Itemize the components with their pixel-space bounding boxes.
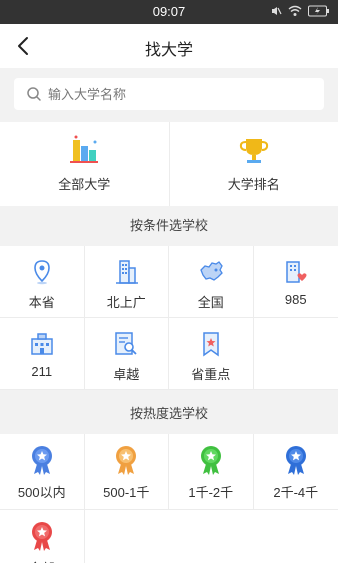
condition-nationwide[interactable]: 全国 <box>169 246 254 318</box>
popularity-under-500[interactable]: 500以内 <box>0 434 85 510</box>
condition-211[interactable]: 211 <box>0 318 85 390</box>
category-all-universities[interactable]: 全部大学 <box>0 122 170 206</box>
condition-label: 985 <box>284 292 307 307</box>
mute-icon <box>272 7 282 15</box>
category-label: 全部大学 <box>58 177 111 192</box>
trophy-icon <box>239 139 268 163</box>
popularity-label: 2千-4千 <box>273 485 319 500</box>
battery-icon <box>308 5 329 17</box>
condition-local-province[interactable]: 本省 <box>0 246 85 318</box>
popularity-label: 500-1千 <box>103 485 150 500</box>
condition-label: 省重点 <box>191 367 231 382</box>
condition-provincial-key[interactable]: 省重点 <box>169 318 254 390</box>
condition-label: 北上广 <box>106 295 146 310</box>
condition-label: 211 <box>31 364 53 379</box>
search-box[interactable] <box>14 78 324 110</box>
popularity-label: 全部 <box>29 558 55 563</box>
wifi-icon <box>288 5 302 16</box>
popularity-500-1k[interactable]: 500-1千 <box>84 434 169 510</box>
bookmark-star-icon <box>203 332 219 357</box>
medal-blue-icon <box>31 446 52 475</box>
condition-excellence[interactable]: 卓越 <box>84 318 169 390</box>
condition-label: 卓越 <box>113 367 140 382</box>
category-label: 大学排名 <box>227 177 280 192</box>
condition-label: 本省 <box>28 295 55 310</box>
page-title: 找大学 <box>144 42 193 59</box>
popularity-grid: 500以内 500-1千 1千-2千 2千-4千 全部 <box>0 434 338 563</box>
medal-darkblue-icon <box>285 446 306 475</box>
city-buildings-icon <box>116 260 139 284</box>
popularity-2k-4k[interactable]: 2千-4千 <box>253 434 338 510</box>
top-categories: 全部大学 大学排名 <box>0 122 338 206</box>
magnifier-document-icon <box>115 332 137 355</box>
search-area <box>0 68 338 122</box>
china-map-icon <box>199 261 223 281</box>
search-icon <box>27 87 41 101</box>
condition-985[interactable]: 985 <box>253 246 338 318</box>
section-title-condition: 按条件选学校 <box>0 206 338 246</box>
popularity-label: 1千-2千 <box>188 485 234 500</box>
status-bar: 09:07 <box>0 0 338 24</box>
condition-grid: 本省 北上广 全国 985 211 卓越 省重点 <box>0 246 338 390</box>
popularity-1k-2k[interactable]: 1千-2千 <box>169 434 254 510</box>
section-title-popularity: 按热度选学校 <box>0 394 338 434</box>
nav-bar: 找大学 <box>0 24 338 68</box>
condition-beishangguang[interactable]: 北上广 <box>84 246 169 318</box>
medal-green-icon <box>200 446 221 475</box>
condition-label: 全国 <box>197 295 224 310</box>
building-heart-icon <box>286 261 307 283</box>
empty-cell <box>253 318 338 390</box>
medal-orange-icon <box>116 446 137 475</box>
all-universities-icon <box>70 135 99 163</box>
search-input[interactable] <box>48 84 308 104</box>
school-building-icon <box>31 333 53 355</box>
popularity-all[interactable]: 全部 <box>0 510 85 563</box>
status-icons <box>270 5 330 17</box>
popularity-label: 500以内 <box>17 485 66 500</box>
location-pin-icon <box>33 260 50 285</box>
category-university-ranking[interactable]: 大学排名 <box>170 122 338 206</box>
medal-red-icon <box>31 522 52 551</box>
